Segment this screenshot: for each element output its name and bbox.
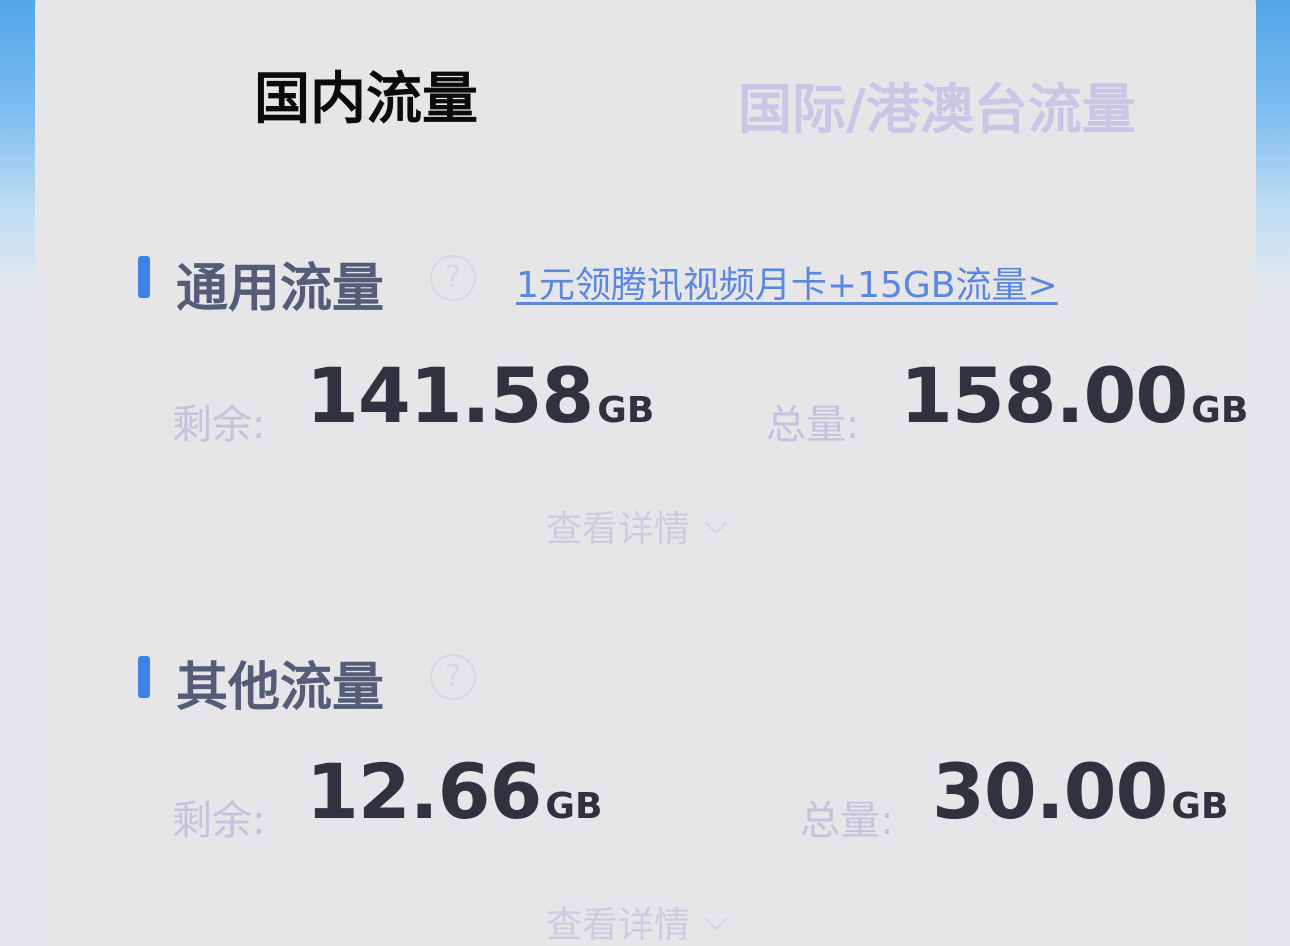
total-value: 158.00 GB [900,358,1248,434]
remaining-number: 12.66 [306,747,542,836]
total-label: 总量: [766,402,860,448]
view-details-button[interactable]: 查看详情 [546,500,728,552]
help-icon[interactable]: ? [430,654,476,700]
remaining-value: 141.58 GB [306,358,654,434]
section-accent-bar [138,256,150,298]
chevron-down-icon [704,907,728,931]
section-title-other: 其他流量 [176,658,385,718]
tab-international[interactable]: 国际/港澳台流量 [738,65,1136,144]
promo-link[interactable]: 1元领腾讯视频月卡+15GB流量> [516,256,1058,308]
total-unit: GB [1191,390,1249,431]
view-details-button[interactable]: 查看详情 [546,896,728,946]
total-unit: GB [1171,786,1229,827]
tab-domestic[interactable]: 国内流量 [254,54,478,135]
section-title-general: 通用流量 [176,259,385,319]
view-details-label: 查看详情 [546,509,691,550]
section-accent-bar [138,656,150,698]
remaining-number: 141.58 [306,351,594,440]
total-label: 总量: [800,798,894,844]
remaining-value: 12.66 GB [306,754,602,830]
help-icon[interactable]: ? [430,255,476,301]
chevron-down-icon [704,511,728,535]
remaining-label: 剩余: [172,402,266,448]
remaining-unit: GB [545,786,603,827]
remaining-unit: GB [597,390,655,431]
total-number: 30.00 [932,747,1168,836]
total-number: 158.00 [900,351,1188,440]
total-value: 30.00 GB [932,754,1228,830]
remaining-label: 剩余: [172,798,266,844]
view-details-label: 查看详情 [546,905,691,946]
